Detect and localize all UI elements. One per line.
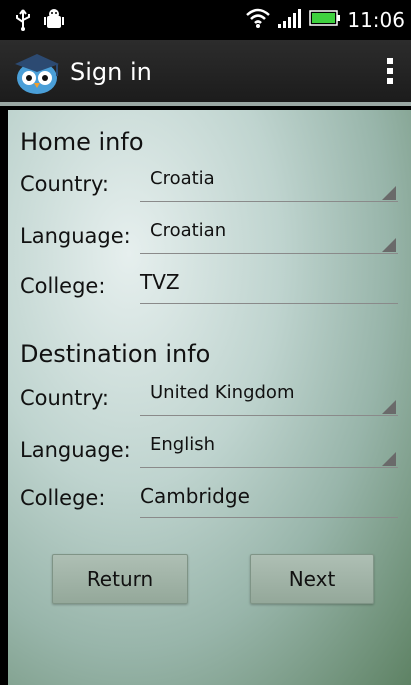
clock-time: 11:06	[347, 8, 405, 32]
dropdown-arrow-icon	[382, 400, 396, 414]
overflow-menu-icon[interactable]	[385, 58, 395, 88]
home-info-heading: Home info	[20, 128, 144, 156]
screen-title: Sign in	[70, 58, 152, 86]
destination-language-value: English	[150, 434, 215, 455]
home-country-label: Country:	[20, 172, 109, 196]
action-bar: Sign in	[0, 40, 411, 106]
next-button[interactable]: Next	[250, 554, 374, 604]
dropdown-arrow-icon	[382, 238, 396, 252]
usb-icon	[14, 8, 32, 36]
destination-college-label: College:	[20, 486, 106, 510]
destination-country-value: United Kingdom	[150, 382, 295, 403]
home-language-value: Croatian	[150, 220, 227, 241]
destination-language-label: Language:	[20, 438, 131, 462]
app-owl-icon[interactable]	[12, 50, 62, 96]
home-language-label: Language:	[20, 224, 131, 248]
destination-college-value: Cambridge	[140, 484, 250, 508]
return-button[interactable]: Return	[52, 554, 188, 604]
home-college-label: College:	[20, 274, 106, 298]
home-language-select[interactable]: Croatian	[140, 210, 398, 254]
destination-country-select[interactable]: United Kingdom	[140, 372, 398, 416]
signal-icon	[277, 7, 303, 33]
home-college-input[interactable]: TVZ	[140, 264, 398, 304]
home-country-value: Croatia	[150, 168, 215, 189]
destination-language-select[interactable]: English	[140, 424, 398, 468]
status-bar: 11:06	[0, 0, 411, 40]
battery-icon	[309, 9, 341, 31]
destination-country-label: Country:	[20, 386, 109, 410]
dropdown-arrow-icon	[382, 452, 396, 466]
sign-in-form: Home info Country: Croatia Language: Cro…	[8, 110, 411, 685]
wifi-icon	[245, 7, 271, 33]
android-debug-icon	[44, 8, 64, 36]
destination-college-input[interactable]: Cambridge	[140, 478, 398, 518]
dropdown-arrow-icon	[382, 186, 396, 200]
home-college-value: TVZ	[140, 270, 180, 294]
destination-info-heading: Destination info	[20, 340, 211, 368]
home-country-select[interactable]: Croatia	[140, 158, 398, 202]
